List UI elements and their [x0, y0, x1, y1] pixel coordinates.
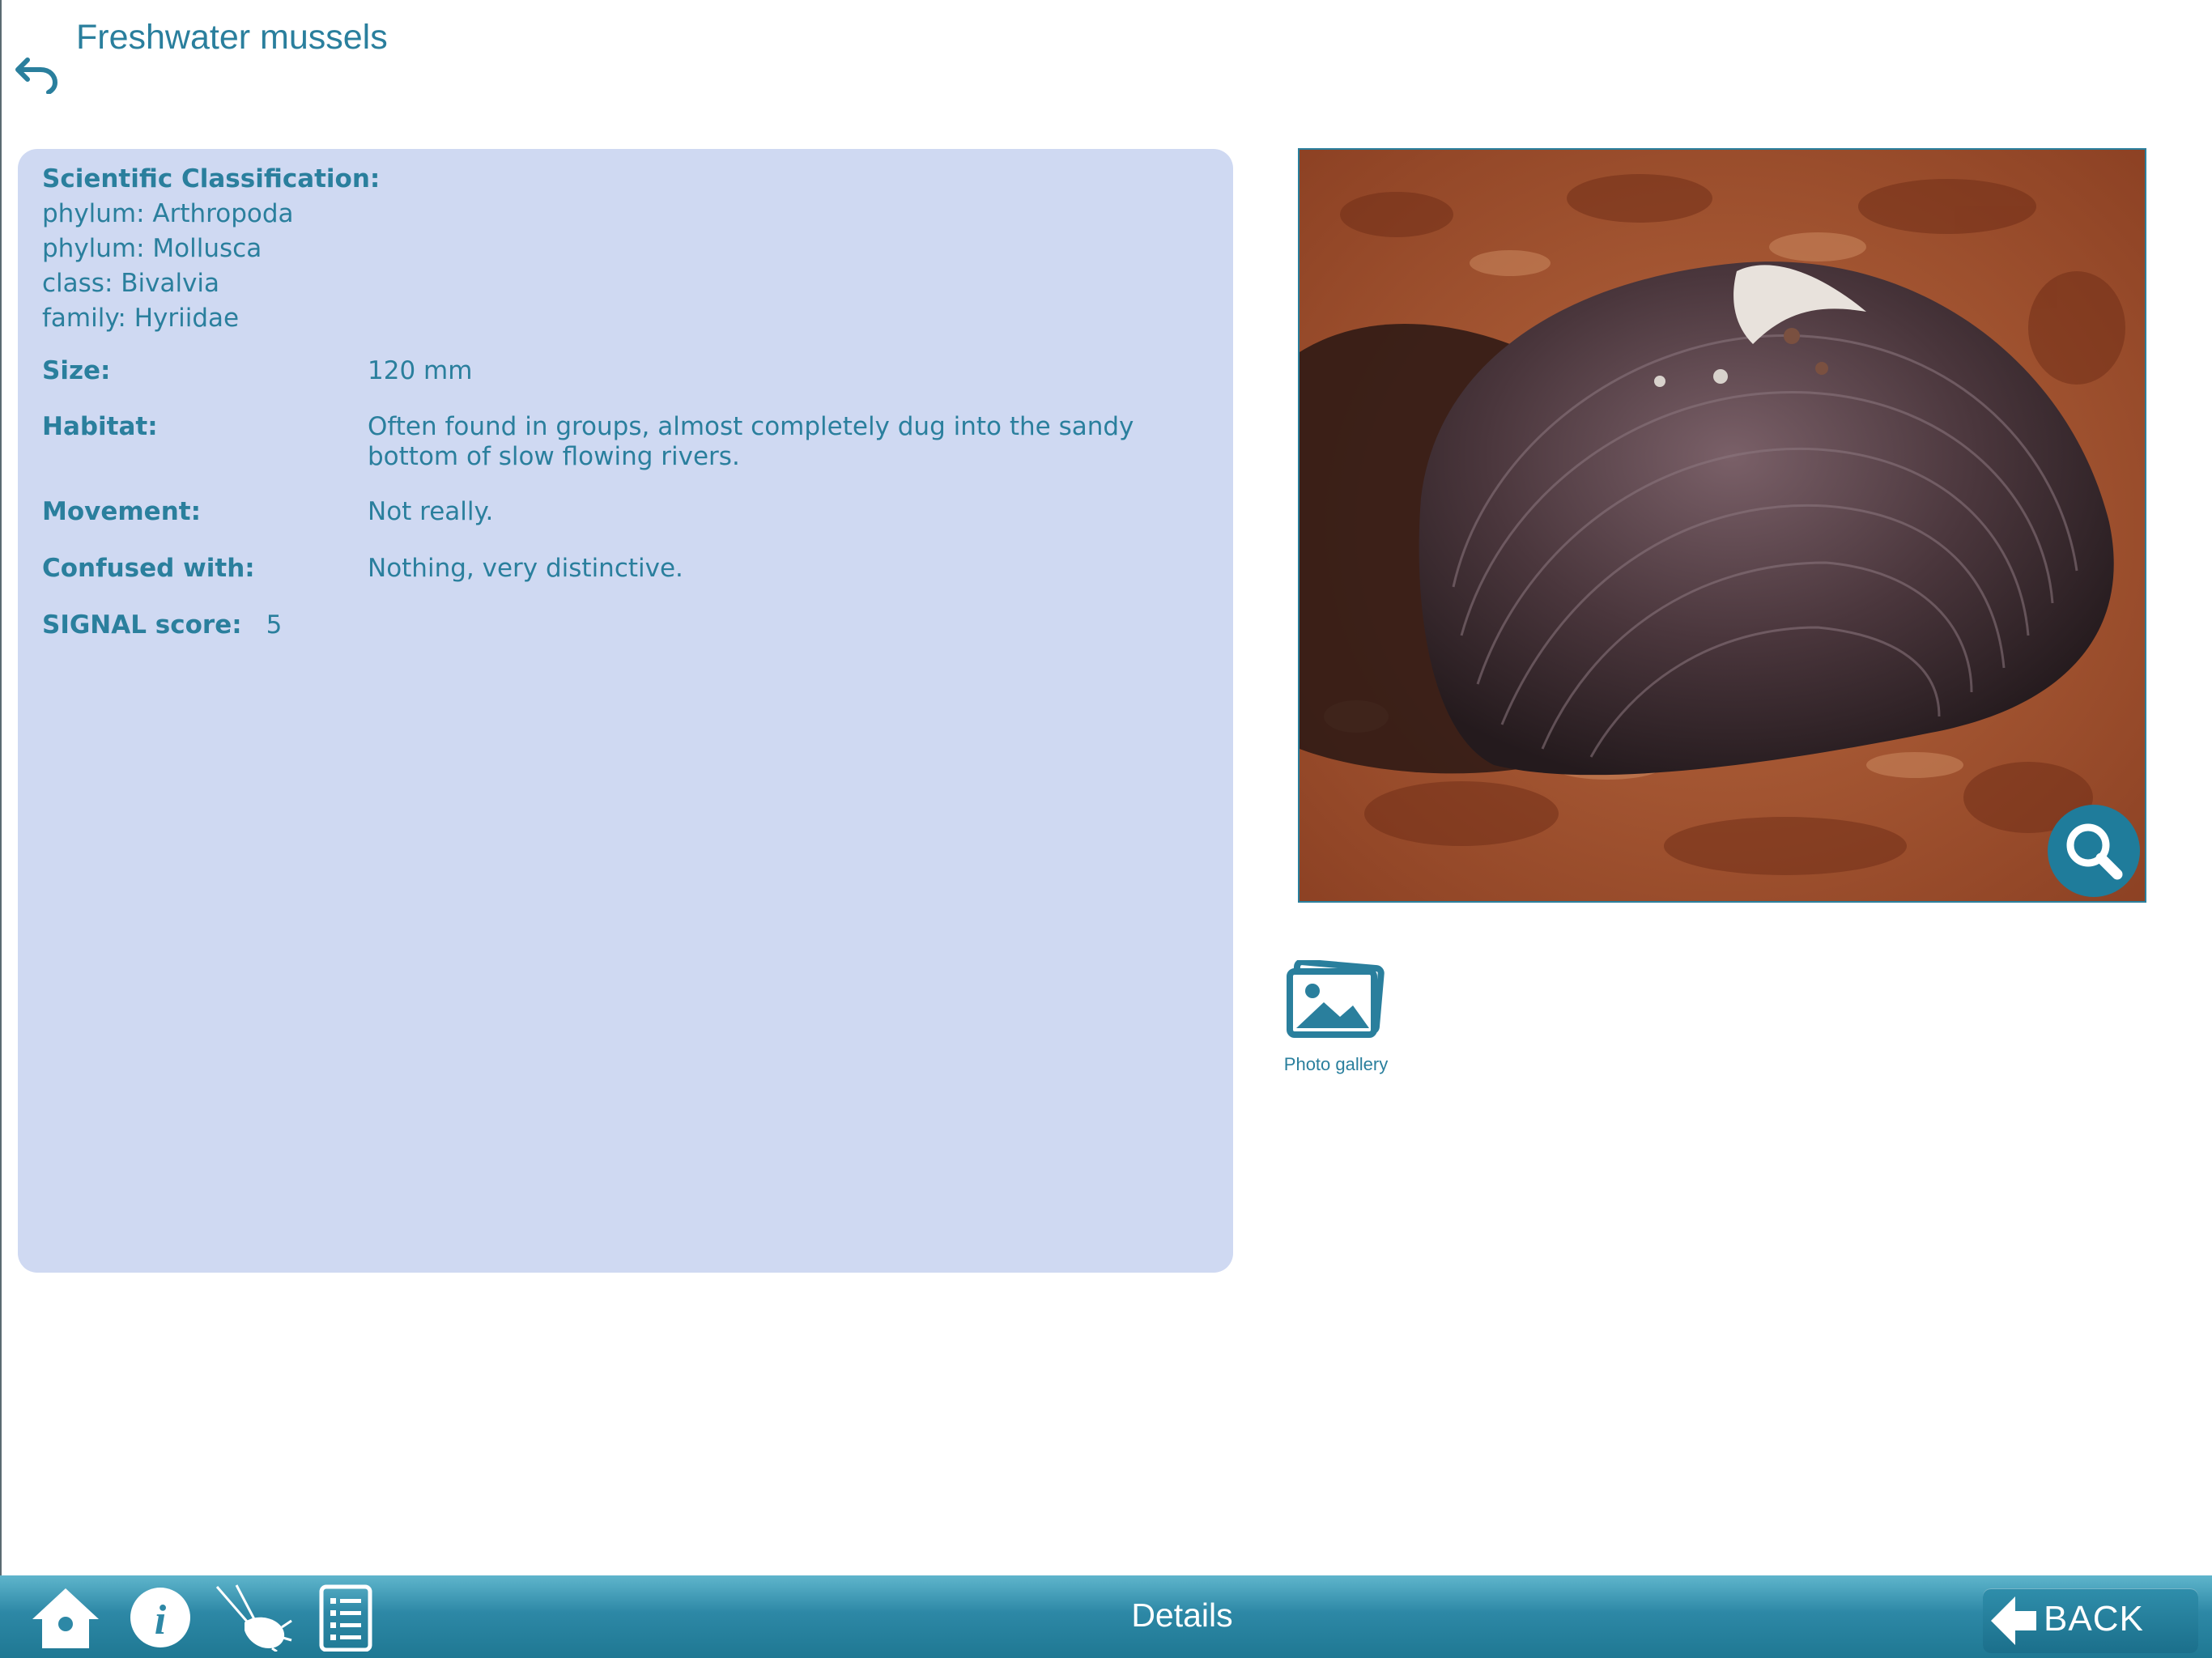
signal-score-label: SIGNAL score: — [42, 610, 242, 640]
undo-icon[interactable] — [15, 49, 60, 94]
photo-gallery-button[interactable]: Photo gallery — [1278, 959, 1394, 1075]
info-icon[interactable]: i — [128, 1584, 193, 1652]
back-label: BACK — [2044, 1599, 2144, 1639]
photo-gallery-label: Photo gallery — [1283, 1054, 1389, 1074]
classification-line: phylum: Arthropoda — [42, 199, 294, 228]
back-arrow-icon — [1991, 1596, 2036, 1645]
classification-heading: Scientific Classification: — [42, 164, 381, 193]
habitat-label: Habitat: — [42, 412, 158, 441]
size-value: 120 mm — [368, 356, 473, 385]
bug-key-icon[interactable] — [212, 1584, 293, 1652]
classification-line: class: Bivalvia — [42, 269, 220, 298]
classification-line: family: Hyriidae — [42, 304, 240, 333]
classification-line: phylum: Mollusca — [42, 234, 262, 263]
svg-text:i: i — [155, 1597, 167, 1643]
list-icon[interactable] — [317, 1584, 374, 1652]
movement-value: Not really. — [368, 497, 494, 526]
photo-gallery-icon — [1287, 959, 1385, 1038]
species-photo[interactable] — [1298, 148, 2146, 903]
home-icon[interactable] — [29, 1584, 102, 1652]
confused-with-value: Nothing, very distinctive. — [368, 554, 683, 583]
magnifier-icon — [2066, 823, 2123, 880]
size-label: Size: — [42, 356, 111, 385]
signal-score-value: 5 — [266, 610, 283, 640]
info-panel: Scientific Classification: phylum: Arthr… — [18, 149, 1233, 1273]
back-button[interactable]: BACK — [1983, 1588, 2198, 1653]
confused-with-label: Confused with: — [42, 554, 255, 583]
movement-label: Movement: — [42, 497, 201, 526]
scientific-classification: Scientific Classification: phylum: Arthr… — [42, 162, 380, 336]
page-title: Freshwater mussels — [76, 18, 388, 57]
mussel-photo-image — [1300, 150, 2145, 901]
bottom-toolbar: i Details BACK — [0, 1575, 2212, 1658]
window-edge — [0, 0, 2, 1575]
signal-score-row: SIGNAL score: 5 — [42, 610, 282, 640]
toolbar-title: Details — [1131, 1596, 1233, 1634]
habitat-value: Often found in groups, almost completely… — [368, 412, 1134, 471]
zoom-button[interactable] — [2048, 805, 2140, 897]
